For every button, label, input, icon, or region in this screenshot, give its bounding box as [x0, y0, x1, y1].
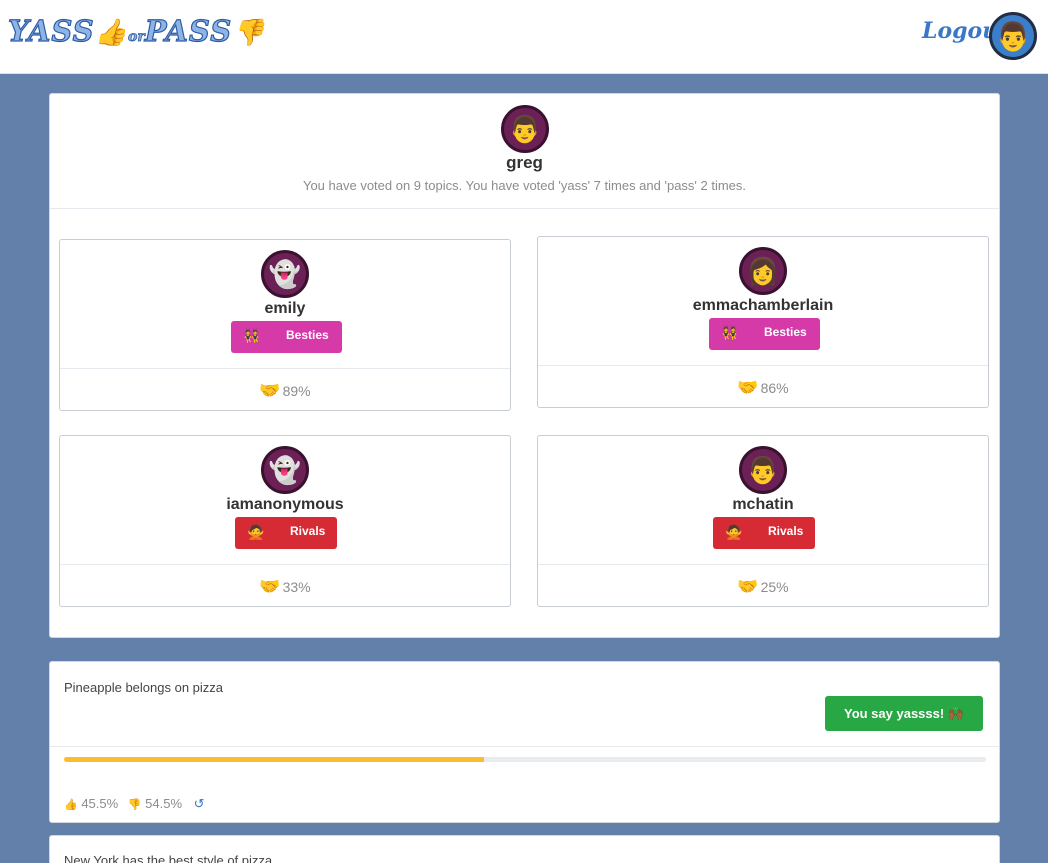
profile-header: 👨 greg You have voted on 9 topics. You h…	[50, 94, 999, 209]
handshake-icon: 🤝	[737, 577, 759, 596]
divider	[538, 365, 988, 366]
handshake-icon: 🤝	[259, 381, 281, 400]
badge-label: Rivals	[768, 524, 804, 538]
match-percent: 25%	[760, 579, 789, 595]
topic-title: Pineapple belongs on pizza	[64, 680, 224, 695]
badge-label: Besties	[286, 328, 329, 342]
match-score: 🤝 86%	[538, 378, 988, 398]
undo-icon[interactable]: ↺	[194, 796, 205, 811]
logo-or-text: or	[127, 29, 146, 46]
progress-fill	[64, 757, 484, 762]
profile-name: greg	[506, 153, 543, 172]
match-score: 🤝 89%	[60, 381, 510, 401]
thumbs-down-icon: 👎	[127, 799, 142, 811]
divider	[60, 564, 510, 565]
badge-label: Rivals	[290, 524, 326, 538]
yass-vote-button[interactable]: You say yassss! 🙌🏾	[825, 696, 983, 731]
friend-avatar: 👻	[261, 250, 309, 298]
divider	[60, 368, 510, 369]
friend-avatar: 👩	[739, 247, 787, 295]
badge-label: Besties	[764, 325, 807, 339]
vote-progress-bar	[64, 757, 986, 762]
friend-name[interactable]: emmachamberlain	[538, 297, 988, 315]
match-percent: 33%	[282, 579, 311, 595]
divider	[538, 564, 988, 565]
user-avatar[interactable]: 👨	[989, 12, 1037, 60]
rivals-badge: 🙅 Rivals	[713, 517, 815, 549]
pass-percent: 54.5%	[145, 796, 183, 811]
besties-badge: 👯 Besties	[709, 318, 820, 350]
navbar: YASS👍orPASS👎 Logout 👨	[0, 0, 1048, 74]
handshake-icon: 🤝	[259, 577, 281, 596]
friend-name[interactable]: emily	[60, 300, 510, 318]
match-percent: 86%	[760, 380, 789, 396]
topic-card: New York has the best style of pizza	[49, 835, 1000, 863]
besties-badge: 👯 Besties	[231, 321, 342, 353]
topic-title: New York has the best style of pizza	[64, 853, 273, 863]
no-gesture-icon: 🙅	[725, 524, 743, 540]
profile-card: 👨 greg You have voted on 9 topics. You h…	[49, 93, 1000, 638]
thumbs-up-icon: 👍	[64, 799, 78, 811]
friend-name[interactable]: iamanonymous	[60, 496, 510, 514]
vote-results: 👍 45.5% 👎 54.5% ↺	[64, 796, 205, 812]
app-logo[interactable]: YASS👍orPASS👎	[7, 13, 266, 48]
yass-percent: 45.5%	[81, 796, 119, 811]
rivals-badge: 🙅 Rivals	[235, 517, 337, 549]
friend-card-iamanonymous[interactable]: 👻 iamanonymous 🙅 Rivals 🤝 33%	[59, 435, 511, 607]
profile-stats: You have voted on 9 topics. You have vot…	[302, 178, 747, 193]
friend-card-emily[interactable]: 👻 emily 👯 Besties 🤝 89%	[59, 239, 511, 411]
friend-avatar: 👨	[739, 446, 787, 494]
match-score: 🤝 25%	[538, 577, 988, 597]
match-percent: 89%	[282, 383, 311, 399]
friend-name[interactable]: mchatin	[538, 496, 988, 514]
friend-avatar: 👻	[261, 446, 309, 494]
profile-avatar: 👨	[501, 105, 549, 153]
friend-card-mchatin[interactable]: 👨 mchatin 🙅 Rivals 🤝 25%	[537, 435, 989, 607]
friend-card-emmachamberlain[interactable]: 👩 emmachamberlain 👯 Besties 🤝 86%	[537, 236, 989, 408]
dancers-icon: 👯	[721, 325, 739, 341]
no-gesture-icon: 🙅	[247, 524, 265, 540]
topic-card: Pineapple belongs on pizza You say yasss…	[49, 661, 1000, 823]
logo-yass-text: YASS	[7, 13, 95, 48]
divider	[50, 746, 999, 747]
dancers-icon: 👯	[243, 328, 261, 344]
thumbs-down-icon: 👎	[232, 18, 266, 48]
thumbs-up-icon: 👍	[94, 18, 128, 48]
logo-pass-text: PASS	[144, 13, 233, 48]
handshake-icon: 🤝	[737, 378, 759, 397]
match-score: 🤝 33%	[60, 577, 510, 597]
